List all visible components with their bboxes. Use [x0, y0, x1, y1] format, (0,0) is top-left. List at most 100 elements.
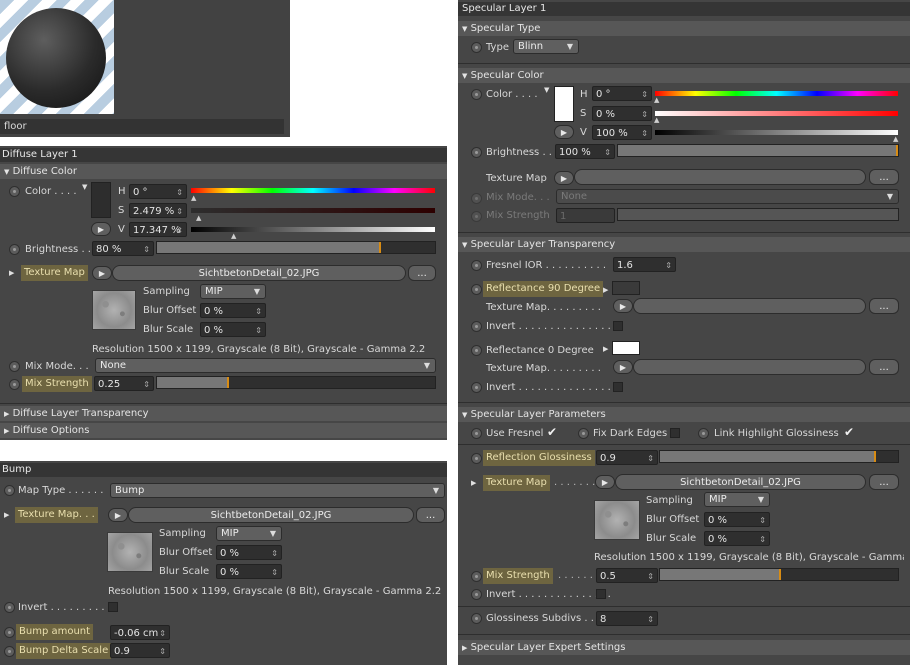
mix-strength-slider[interactable] — [156, 376, 436, 389]
blur-offset-input[interactable]: 0 % ⇕ — [704, 512, 770, 527]
spinner-icon[interactable]: ⇕ — [271, 565, 278, 578]
saturation-gradient[interactable] — [655, 111, 898, 116]
blur-scale-input[interactable]: 0 % ⇕ — [200, 322, 266, 337]
radio-dot-icon[interactable] — [471, 284, 482, 295]
bump-amount-input[interactable]: -0.06 cm ⇕ — [110, 625, 170, 640]
fresnel-ior-input[interactable]: 1.6 ⇕ — [613, 257, 676, 272]
radio-dot-icon[interactable] — [4, 485, 15, 496]
radio-dot-icon[interactable] — [471, 321, 482, 332]
checkmark-icon[interactable]: ✔ — [844, 426, 854, 438]
texture-more-button[interactable]: ... — [869, 298, 899, 314]
specular-type-section[interactable]: ▼ Specular Type — [458, 21, 910, 36]
mix-strength-input[interactable]: 0.5 ⇕ — [596, 568, 658, 583]
radio-dot-icon[interactable] — [4, 627, 15, 638]
map-type-dropdown[interactable]: Bump ▼ — [110, 483, 445, 498]
brightness-slider[interactable] — [156, 241, 436, 254]
spinner-icon[interactable]: ⇕ — [255, 304, 262, 317]
slider-marker-icon[interactable]: ▲ — [231, 231, 236, 241]
invert-checkbox[interactable] — [596, 589, 606, 599]
mix-strength-input[interactable]: 0.25 ⇕ — [94, 376, 154, 391]
brightness-slider[interactable] — [617, 144, 899, 157]
slider-marker-icon[interactable]: ▲ — [654, 115, 659, 125]
radio-dot-icon[interactable] — [471, 89, 482, 100]
sampling-dropdown[interactable]: MIP ▼ — [200, 284, 266, 299]
brightness-input[interactable]: 80 % ⇕ — [92, 241, 154, 256]
color-swatch[interactable] — [91, 182, 111, 218]
texture-file-button[interactable] — [633, 298, 866, 314]
texture-link-button[interactable]: ▶ — [595, 475, 615, 489]
texture-link-button[interactable]: ▶ — [92, 266, 112, 280]
spinner-icon[interactable]: ⇕ — [647, 612, 654, 625]
bump-delta-input[interactable]: 0.9 ⇕ — [110, 643, 170, 658]
texture-more-button[interactable]: ... — [869, 169, 899, 185]
texture-more-button[interactable]: ... — [408, 265, 436, 281]
radio-dot-icon[interactable] — [4, 646, 15, 657]
reflection-glossiness-input[interactable]: 0.9 ⇕ — [596, 450, 658, 465]
radio-dot-icon[interactable] — [9, 379, 20, 390]
spinner-icon[interactable]: ⇕ — [176, 204, 183, 217]
spinner-icon[interactable]: ⇕ — [604, 145, 611, 158]
texture-link-button[interactable]: ▶ — [613, 299, 633, 313]
radio-dot-icon[interactable] — [471, 382, 482, 393]
reflection-glossiness-slider[interactable] — [659, 450, 899, 463]
mix-strength-slider[interactable] — [659, 568, 899, 581]
radio-dot-icon[interactable] — [9, 244, 20, 255]
spinner-icon[interactable]: ⇕ — [641, 107, 648, 120]
spinner-icon[interactable]: ⇕ — [665, 258, 672, 271]
expand-right-icon[interactable]: ▶ — [471, 479, 476, 487]
invert-checkbox[interactable] — [108, 602, 118, 612]
spinner-icon[interactable]: ⇕ — [159, 626, 166, 639]
texture-file-button[interactable]: SichtbetonDetail_02.JPG — [615, 474, 866, 490]
blur-offset-input[interactable]: 0 % ⇕ — [216, 545, 282, 560]
expand-right-icon[interactable]: ▶ — [603, 345, 608, 353]
hue-gradient[interactable] — [191, 188, 435, 193]
radio-dot-icon[interactable] — [471, 428, 482, 439]
radio-dot-icon[interactable] — [4, 602, 15, 613]
color-mode-button[interactable]: ▶ — [91, 222, 111, 236]
v-input[interactable]: 100 % ⇕ — [592, 125, 652, 140]
diffuse-color-section[interactable]: ▼ Diffuse Color — [0, 164, 447, 179]
reflectance-90-swatch[interactable] — [612, 281, 640, 295]
spinner-icon[interactable]: ⇕ — [759, 513, 766, 526]
specular-expert-section[interactable]: ▶ Specular Layer Expert Settings — [458, 640, 910, 655]
radio-dot-icon[interactable] — [471, 147, 482, 158]
spinner-icon[interactable]: ⇕ — [255, 323, 262, 336]
color-mode-button[interactable]: ▶ — [554, 125, 574, 139]
spinner-icon[interactable]: ⇕ — [159, 644, 166, 657]
spinner-icon[interactable]: ⇕ — [647, 451, 654, 464]
s-input[interactable]: 2.479 % ⇕ — [129, 203, 187, 218]
spinner-icon[interactable]: ⇕ — [647, 569, 654, 582]
reflectance-0-swatch[interactable] — [612, 341, 640, 355]
radio-dot-icon[interactable] — [698, 428, 709, 439]
expand-right-icon[interactable]: ▶ — [603, 286, 608, 294]
texture-link-button[interactable]: ▶ — [108, 508, 128, 522]
slider-marker-icon[interactable]: ▲ — [191, 193, 196, 203]
glossiness-subdivs-input[interactable]: 8 ⇕ — [596, 611, 658, 626]
blur-offset-input[interactable]: 0 % ⇕ — [200, 303, 266, 318]
spinner-icon[interactable]: ⇕ — [271, 546, 278, 559]
radio-dot-icon[interactable] — [471, 613, 482, 624]
brightness-input[interactable]: 100 % ⇕ — [555, 144, 615, 159]
texture-more-button[interactable]: ... — [869, 474, 899, 490]
expand-right-icon[interactable]: ▶ — [9, 269, 14, 277]
hue-gradient[interactable] — [655, 91, 898, 96]
spinner-icon[interactable]: ⇕ — [176, 185, 183, 198]
radio-dot-icon[interactable] — [471, 260, 482, 271]
slider-handle[interactable] — [779, 569, 781, 580]
slider-handle[interactable] — [226, 377, 229, 388]
texture-link-button[interactable]: ▶ — [554, 171, 574, 185]
radio-dot-icon[interactable] — [471, 42, 482, 53]
radio-dot-icon[interactable] — [578, 428, 589, 439]
value-gradient[interactable] — [191, 227, 435, 232]
diffuse-options-section[interactable]: ▶ Diffuse Options — [0, 423, 447, 438]
sampling-dropdown[interactable]: MIP ▼ — [216, 526, 282, 541]
texture-file-button[interactable] — [633, 359, 866, 375]
slider-handle[interactable] — [896, 145, 898, 156]
slider-marker-icon[interactable]: ▲ — [654, 95, 659, 105]
radio-dot-icon[interactable] — [471, 589, 482, 600]
h-input[interactable]: 0 ° ⇕ — [129, 184, 187, 199]
type-dropdown[interactable]: Blinn ▼ — [513, 39, 579, 54]
spinner-icon[interactable]: ⇕ — [143, 242, 150, 255]
specular-parameters-section[interactable]: ▼ Specular Layer Parameters — [458, 407, 910, 422]
radio-dot-icon[interactable] — [471, 453, 482, 464]
